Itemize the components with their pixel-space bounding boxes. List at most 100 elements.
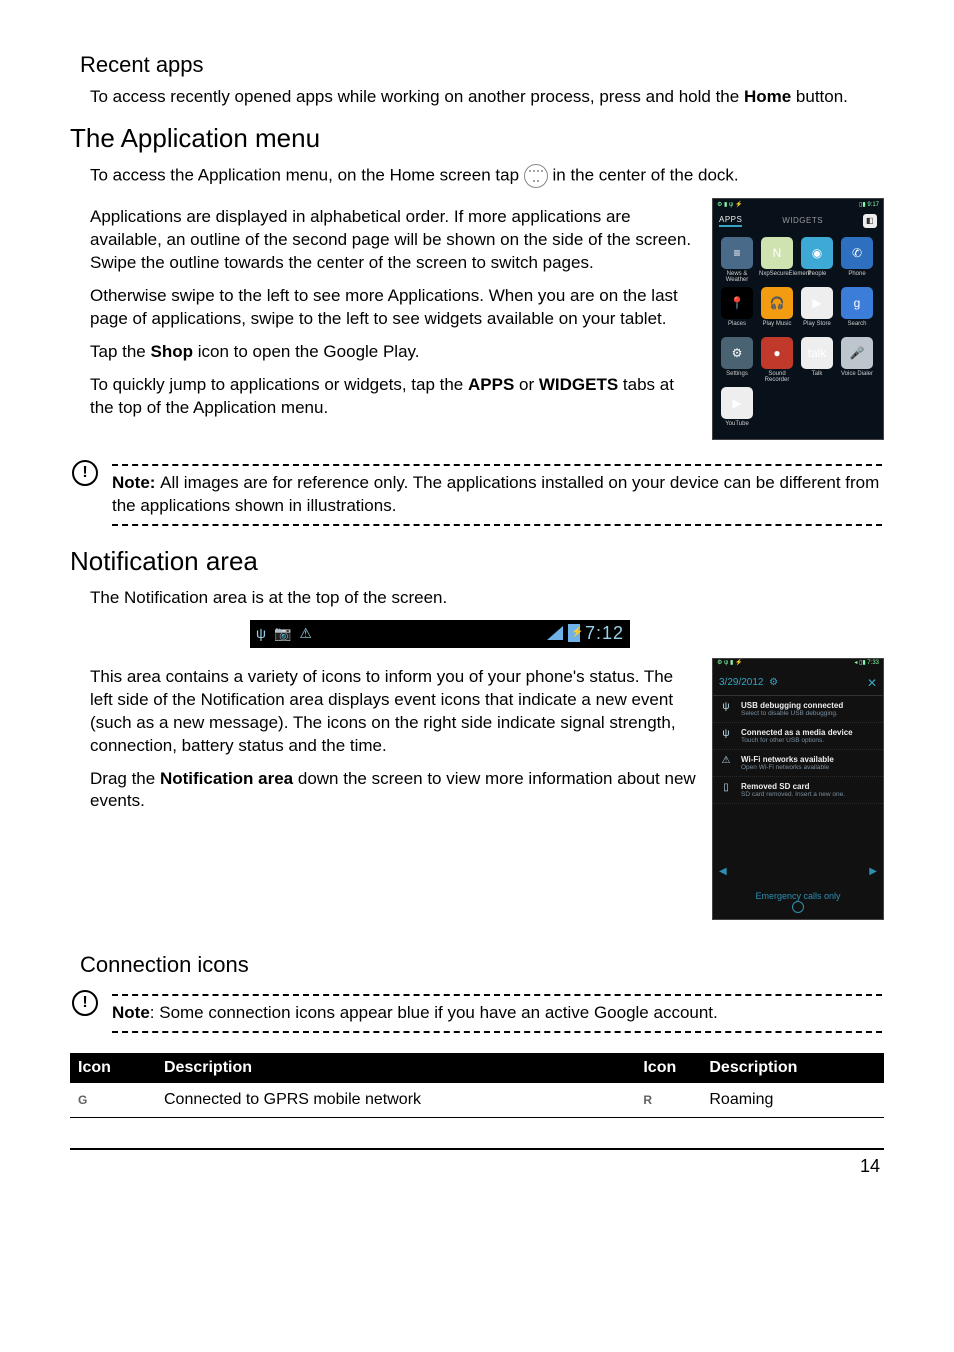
note-text: : Some connection icons appear blue if y…	[150, 1003, 718, 1022]
app-label: Play Music	[759, 321, 795, 327]
text: button.	[791, 87, 848, 106]
row-title: Removed SD card	[741, 782, 877, 791]
app-cell: 📍 Places	[719, 287, 755, 333]
notification-area-bold: Notification area	[160, 769, 293, 788]
row-sub: SD card removed. Insert a new one.	[741, 791, 877, 798]
status-left: ⚙ ψ ▮ ⚡	[717, 659, 742, 671]
app-cell: ●Sound Recorder	[759, 337, 795, 383]
warning-icon: !	[72, 990, 98, 1016]
app-label: Talk	[799, 371, 835, 377]
screenshot-icon: 📷	[274, 625, 291, 642]
row-icon: ψ	[719, 728, 733, 739]
notification-row: ψUSB debugging connectedSelect to disabl…	[713, 696, 883, 723]
notification-row: ψConnected as a media deviceTouch for ot…	[713, 723, 883, 750]
rule	[112, 524, 882, 526]
app-label: Search	[839, 321, 875, 327]
row-sub: Open Wi-Fi networks available	[741, 764, 877, 771]
status-right: ▯▮ 9:17	[859, 201, 879, 208]
app-cell: ≡ News & Weather	[719, 237, 755, 283]
clock: 7:12	[585, 623, 624, 644]
note-app-menu: ! Note: All images are for reference onl…	[70, 458, 884, 532]
app-label: Voice Dialer	[839, 371, 875, 377]
drawer-handle-icon	[792, 901, 804, 913]
app-icon: talk	[801, 337, 833, 369]
row-title: Wi-Fi networks available	[741, 755, 877, 764]
notification-row: ⚠ Wi-Fi networks availableOpen Wi-Fi netw…	[713, 750, 883, 777]
text: Tap the	[90, 342, 151, 361]
app-label: Settings	[719, 371, 755, 377]
app-cell: ⚙Settings	[719, 337, 755, 383]
rule	[112, 464, 882, 466]
app-icon: ≡	[721, 237, 753, 269]
notification-area-heading: Notification area	[70, 546, 884, 577]
app-icon: ▶	[721, 387, 753, 419]
text: icon to open the Google Play.	[193, 342, 420, 361]
app-label: YouTube	[719, 421, 755, 427]
drawer-date: 3/29/2012	[719, 677, 764, 688]
warning-icon: !	[72, 460, 98, 486]
app-menu-heading: The Application menu	[70, 123, 884, 154]
connection-icons-table: Icon Description Icon Description GConne…	[70, 1053, 884, 1118]
footer-rule	[70, 1148, 884, 1150]
home-bold: Home	[744, 87, 791, 106]
app-cell: 🎤 Voice Dialer	[839, 337, 875, 383]
notification-row: ▯ Removed SD cardSD card removed. Insert …	[713, 777, 883, 804]
row-icon: ▯	[719, 782, 733, 793]
status-left: ⚙ ▮ ψ ⚡	[717, 201, 742, 208]
prev-icon: ◀	[719, 866, 727, 877]
app-icon: 📍	[721, 287, 753, 319]
note-text: All images are for reference only. The a…	[112, 473, 879, 515]
app-cell: ◉People	[799, 237, 835, 283]
th-desc: Description	[156, 1053, 635, 1083]
usb-icon: ψ	[256, 625, 266, 642]
app-label: Places	[719, 321, 755, 327]
app-icon: 🎤	[841, 337, 873, 369]
text: To access the Application menu, on the H…	[90, 165, 524, 184]
text: To access recently opened apps while wor…	[90, 87, 744, 106]
rule	[112, 1031, 882, 1033]
app-menu-screenshot: ⚙ ▮ ψ ⚡ ▯▮ 9:17 APPS WIDGETS ◧ ≡News & W…	[712, 198, 884, 440]
app-label: Sound Recorder	[759, 371, 795, 383]
shop-icon: ◧	[863, 214, 877, 228]
app-cell: ▶ YouTube	[719, 387, 755, 433]
note-connection: ! Note: Some connection icons appear blu…	[70, 988, 884, 1039]
app-label: News & Weather	[719, 271, 755, 283]
widgets-bold: WIDGETS	[539, 375, 618, 394]
statusbar-strip-screenshot: ψ 📷 ⚠ ⚡ 7:12	[250, 620, 630, 648]
row-title: Connected as a media device	[741, 728, 877, 737]
app-icon: 🎧	[761, 287, 793, 319]
cell-icon: R	[635, 1083, 701, 1118]
app-cell: N NxpSecureElement	[759, 237, 795, 283]
apps-bold: APPS	[468, 375, 514, 394]
notification-p1: The Notification area is at the top of t…	[90, 587, 884, 610]
th-icon: Icon	[635, 1053, 701, 1083]
app-cell: talk Talk	[799, 337, 835, 383]
next-icon: ▶	[869, 866, 877, 877]
app-label: Play Store	[799, 321, 835, 327]
text: Drag the	[90, 769, 160, 788]
apps-grid-icon	[524, 164, 548, 188]
app-icon: g	[841, 287, 873, 319]
emergency-text: Emergency calls only	[713, 891, 883, 901]
settings-icon: ⚙	[769, 677, 778, 688]
text: in the center of the dock.	[552, 165, 738, 184]
note-label: Note:	[112, 473, 160, 492]
app-icon: N	[761, 237, 793, 269]
row-icon: ψ	[719, 701, 733, 712]
page-number: 14	[70, 1156, 884, 1177]
app-cell: ▶ Play Store	[799, 287, 835, 333]
app-label: NxpSecureElement	[759, 271, 795, 277]
connection-icons-heading: Connection icons	[80, 952, 884, 978]
table-row: GConnected to GPRS mobile networkRRoamin…	[70, 1083, 884, 1118]
row-icon: ⚠	[719, 755, 733, 766]
close-icon: ✕	[867, 676, 877, 690]
cell-desc: Connected to GPRS mobile network	[156, 1083, 635, 1118]
row-title: USB debugging connected	[741, 701, 877, 710]
notification-drawer-screenshot: ⚙ ψ ▮ ⚡ ◂ ▯▮ 7:33 3/29/2012 ⚙ ✕ ψ USB deb…	[712, 658, 884, 920]
app-cell: 🎧 Play Music	[759, 287, 795, 333]
recent-apps-heading: Recent apps	[80, 52, 884, 78]
status-right: ◂ ▯▮ 7:33	[854, 659, 879, 671]
cell-desc: Roaming	[701, 1083, 884, 1118]
tab-apps: APPS	[719, 215, 742, 227]
app-icon: ▶	[801, 287, 833, 319]
